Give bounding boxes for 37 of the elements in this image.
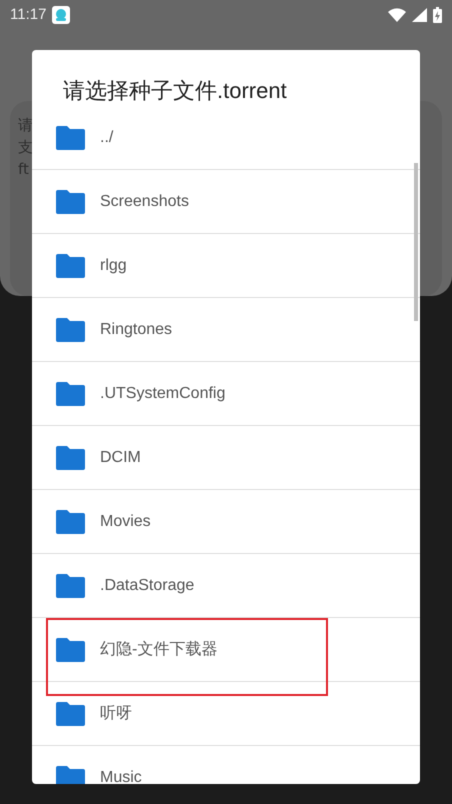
folder-icon bbox=[56, 510, 85, 534]
folder-icon bbox=[56, 318, 85, 342]
folder-name: rlgg bbox=[100, 256, 127, 274]
folder-name: .DataStorage bbox=[100, 576, 194, 594]
status-time: 11:17 bbox=[10, 6, 46, 24]
folder-item[interactable]: DCIM bbox=[32, 426, 420, 490]
wifi-icon bbox=[388, 8, 406, 22]
folder-item[interactable]: 听呀 bbox=[32, 682, 420, 746]
folder-icon bbox=[56, 574, 85, 598]
folder-name: DCIM bbox=[100, 448, 141, 466]
folder-name: 听呀 bbox=[100, 704, 132, 724]
folder-name: Movies bbox=[100, 512, 151, 530]
folder-item[interactable]: Music bbox=[32, 746, 420, 784]
folder-name: Ringtones bbox=[100, 320, 172, 338]
dialog-title: 请选择种子文件.torrent bbox=[62, 77, 288, 105]
battery-icon bbox=[433, 6, 442, 23]
folder-item[interactable]: .DataStorage bbox=[32, 554, 420, 618]
folder-item[interactable]: Movies bbox=[32, 490, 420, 554]
app-notification-icon bbox=[52, 6, 70, 24]
folder-icon bbox=[56, 382, 85, 406]
folder-name: Music bbox=[100, 768, 142, 784]
signal-icon bbox=[412, 8, 427, 22]
folder-icon bbox=[56, 702, 85, 726]
folder-item[interactable]: 幻隐-文件下载器 bbox=[32, 618, 420, 682]
folder-name: ../ bbox=[100, 128, 114, 146]
folder-icon bbox=[56, 638, 85, 662]
folder-item[interactable]: .UTSystemConfig bbox=[32, 362, 420, 426]
folder-item[interactable]: Ringtones bbox=[32, 298, 420, 362]
folder-icon bbox=[56, 446, 85, 470]
folder-item[interactable]: ../ bbox=[32, 106, 420, 170]
folder-icon bbox=[56, 126, 85, 150]
folder-name: 幻隐-文件下载器 bbox=[100, 640, 218, 660]
folder-name: Screenshots bbox=[100, 192, 189, 210]
folder-name: .UTSystemConfig bbox=[100, 384, 226, 402]
folder-icon bbox=[56, 254, 85, 278]
folder-icon bbox=[56, 766, 85, 784]
folder-icon bbox=[56, 190, 85, 214]
